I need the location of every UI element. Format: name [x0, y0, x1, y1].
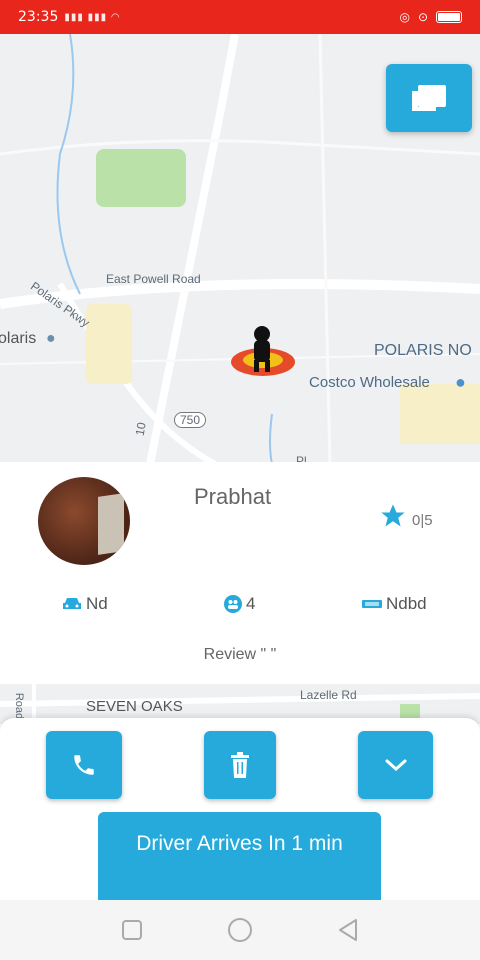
map-label-store: Costco Wholesale: [309, 374, 430, 391]
recents-icon[interactable]: [121, 919, 143, 941]
system-nav-bar: [0, 900, 480, 960]
back-icon[interactable]: [337, 918, 359, 942]
status-icons: ◎ ⊙: [399, 10, 462, 24]
driver-name: Prabhat: [194, 484, 272, 509]
seat-count: 4: [246, 594, 256, 613]
call-button[interactable]: [46, 731, 122, 799]
map-label-highway: 750: [174, 412, 207, 428]
home-icon[interactable]: [226, 916, 254, 944]
map-pin-icon: ●: [455, 372, 466, 392]
car-info: Nd: [62, 594, 108, 614]
map-label-road-lower: Road: [13, 692, 26, 720]
review-text: Review " ": [203, 646, 277, 663]
driver-avatar: [38, 477, 130, 565]
signal-icon: ▮▮▮ ▮▮▮ ◠: [64, 11, 121, 23]
seats-info: 4: [224, 594, 255, 614]
star-icon: [381, 504, 405, 527]
plate-number: Ndbd: [386, 594, 427, 613]
plate-info: Ndbd: [362, 594, 427, 614]
phone-icon: [74, 755, 94, 775]
alarm-icon: ◎: [399, 10, 410, 24]
trash-icon: [231, 752, 249, 778]
status-time: 23:35: [18, 9, 59, 25]
car-model: Nd: [86, 594, 108, 613]
map-label-place: olaris: [0, 330, 37, 347]
driver-marker-icon: [231, 326, 295, 376]
chat-button[interactable]: [386, 64, 472, 132]
battery-icon: [436, 11, 462, 23]
rating-value: 0|5: [412, 511, 433, 529]
collapse-button[interactable]: [358, 731, 433, 799]
map-label-lazelle: Lazelle Rd: [300, 688, 357, 702]
chevron-down-icon: [385, 759, 406, 772]
car-icon: [63, 598, 81, 609]
map-label-area: POLARIS NO: [374, 342, 472, 359]
location-icon: ⊙: [417, 10, 428, 24]
arrival-banner: Driver Arrives In 1 min: [98, 812, 381, 900]
map-pin-icon: ●: [46, 330, 56, 347]
chat-icon: [412, 85, 446, 111]
plate-icon: [362, 600, 382, 608]
driver-rating: 0|5: [378, 502, 433, 530]
cancel-ride-button[interactable]: [204, 731, 276, 799]
status-bar: 23:35 ▮▮▮ ▮▮▮ ◠ ◎ ⊙: [0, 0, 480, 34]
people-icon: [224, 595, 242, 613]
map-label-neighborhood: SEVEN OAKS: [86, 698, 183, 715]
map-label-route: 10: [132, 421, 149, 437]
map-label-road: East Powell Road: [106, 272, 201, 286]
